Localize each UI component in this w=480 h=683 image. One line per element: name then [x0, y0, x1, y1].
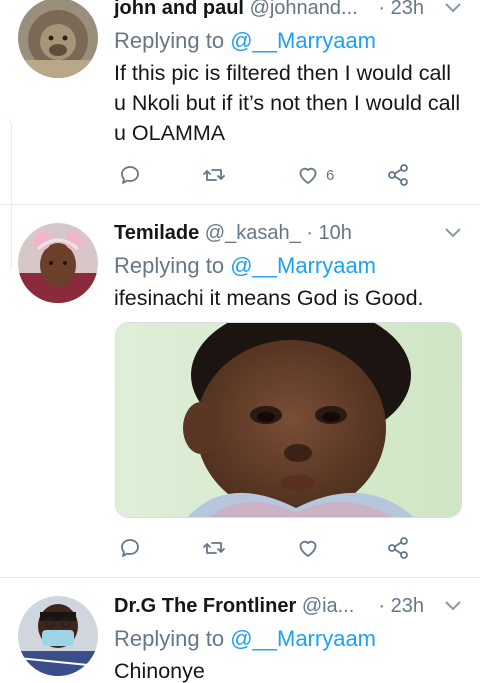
- replying-to: Replying to @__Marryaam: [114, 624, 464, 654]
- tweet-media-image[interactable]: [115, 322, 462, 518]
- retweet-button[interactable]: [202, 533, 226, 563]
- chevron-down-icon[interactable]: [444, 2, 462, 14]
- temilade-avatar-image: [18, 223, 98, 303]
- tweet-john-and-paul[interactable]: john and paul @johnand... · 23h Replying…: [0, 0, 480, 204]
- replying-to: Replying to @__Marryaam: [114, 251, 464, 281]
- tweet-actions: 6: [114, 160, 414, 190]
- username[interactable]: @ia...: [302, 595, 355, 617]
- child-photo: [116, 323, 461, 517]
- retweet-button[interactable]: [202, 160, 226, 190]
- timestamp[interactable]: · 23h: [378, 592, 424, 620]
- replying-prefix: Replying to: [114, 253, 231, 278]
- share-icon: [388, 164, 408, 186]
- display-name[interactable]: Temilade: [114, 222, 199, 244]
- reply-icon: [121, 166, 139, 184]
- mention-link[interactable]: @__Marryaam: [230, 28, 376, 53]
- tweet-actions: [114, 533, 414, 563]
- tweet-dr-g-the-frontliner[interactable]: Dr.G The Frontliner @ia... · 23h Replyin…: [0, 578, 480, 683]
- mention-link[interactable]: @__Marryaam: [230, 626, 376, 651]
- heart-icon: [299, 540, 317, 557]
- display-name[interactable]: Dr.G The Frontliner: [114, 595, 296, 617]
- share-icon: [388, 537, 408, 559]
- replying-prefix: Replying to: [114, 626, 231, 651]
- share-button[interactable]: [386, 533, 410, 563]
- retweet-icon: [203, 542, 225, 554]
- tweet-header: john and paul @johnand... · 23h: [114, 0, 464, 22]
- tweet-text: ifesinachi it means God is Good.: [114, 286, 424, 310]
- lion-avatar-image: [18, 0, 98, 78]
- tweet-text: If this pic is filtered then I would cal…: [114, 61, 461, 145]
- replying-to: Replying to @__Marryaam: [114, 26, 464, 56]
- like-button[interactable]: [296, 533, 326, 563]
- reply-button[interactable]: [118, 160, 142, 190]
- like-button[interactable]: 6: [296, 160, 334, 190]
- heart-icon: [299, 167, 317, 184]
- mention-link[interactable]: @__Marryaam: [230, 253, 376, 278]
- timestamp[interactable]: · 10h: [306, 222, 352, 244]
- tweet-text: Chinonye: [114, 659, 205, 683]
- avatar-temilade[interactable]: [18, 223, 98, 303]
- like-count: 6: [326, 166, 335, 184]
- username[interactable]: @johnand...: [250, 0, 358, 19]
- display-name[interactable]: john and paul: [114, 0, 244, 19]
- chevron-down-icon[interactable]: [444, 227, 462, 239]
- timestamp[interactable]: · 23h: [378, 0, 424, 22]
- reply-icon: [121, 539, 139, 557]
- tweet-header: Temilade @_kasah_ · 10h: [114, 219, 464, 247]
- dr-g-avatar-image: [18, 596, 98, 676]
- avatar-dr-g[interactable]: [18, 596, 98, 676]
- chevron-down-icon[interactable]: [444, 600, 462, 612]
- reply-button[interactable]: [118, 533, 142, 563]
- avatar-john-and-paul[interactable]: [18, 0, 98, 78]
- retweet-icon: [203, 169, 225, 181]
- tweet-header: Dr.G The Frontliner @ia... · 23h: [114, 592, 464, 620]
- replying-prefix: Replying to: [114, 28, 231, 53]
- share-button[interactable]: [386, 160, 410, 190]
- username[interactable]: @_kasah_: [205, 222, 301, 244]
